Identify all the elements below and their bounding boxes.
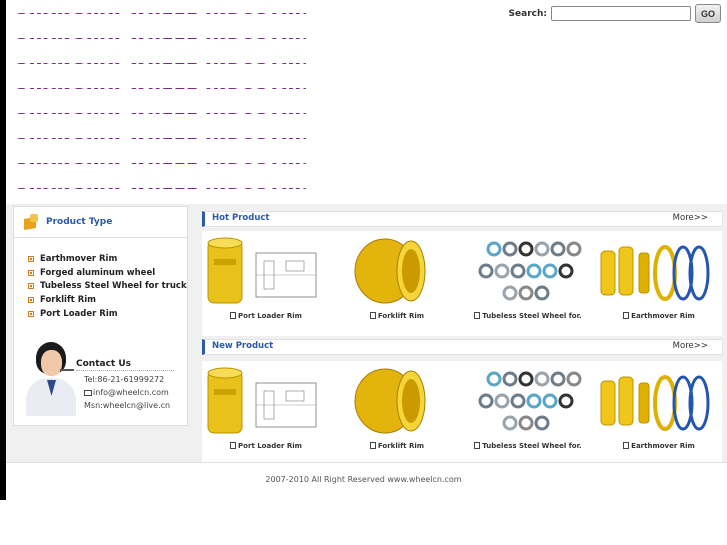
logo-text-row: SHANGHAI WHEEL INDUSTRIES CO. LTD bbox=[16, 83, 306, 108]
hot-more-link[interactable]: More>> bbox=[673, 213, 708, 223]
new-more-link[interactable]: More>> bbox=[673, 341, 708, 351]
category-item-earthmover-rim[interactable]: Earthmover Rim bbox=[28, 252, 187, 266]
document-icon bbox=[230, 442, 237, 449]
product-caption[interactable]: Earthmover Rim bbox=[595, 442, 723, 450]
product-caption[interactable]: Forklift Rim bbox=[333, 312, 461, 320]
panel-title: Product Type bbox=[46, 217, 113, 227]
footer-divider bbox=[6, 462, 727, 463]
contact-email[interactable]: info@wheelcn.com bbox=[93, 388, 169, 397]
product-card[interactable]: Earthmover Rim bbox=[595, 231, 723, 336]
hot-product-header: Hot Product More>> bbox=[202, 211, 723, 227]
product-type-panel: Product Type Earthmover Rim Forged alumi… bbox=[13, 206, 188, 426]
search-label: Search: bbox=[508, 8, 547, 19]
document-icon bbox=[474, 312, 481, 319]
document-icon bbox=[474, 442, 481, 449]
forklift-rim-image bbox=[354, 238, 426, 304]
document-icon bbox=[623, 312, 630, 319]
mail-icon bbox=[84, 390, 92, 396]
product-card[interactable]: Earthmover Rim bbox=[595, 361, 723, 466]
tubeless-steel-wheel-image bbox=[478, 371, 582, 431]
earthmover-rim-image bbox=[600, 375, 710, 431]
search-bar: Search: GO bbox=[509, 4, 721, 23]
port-loader-rim-image bbox=[207, 367, 317, 434]
logo-text-row: SHANGHAI WHEEL INDUSTRIES CO. LTD bbox=[16, 33, 306, 58]
product-card[interactable]: Tubeless Steel Wheel for. bbox=[464, 361, 592, 466]
contact-title: Contact Us bbox=[76, 359, 174, 371]
bullet-icon bbox=[28, 255, 34, 262]
document-icon bbox=[369, 312, 376, 319]
contact-tel: Tel:86-21-61999272 bbox=[84, 375, 165, 384]
bullet-icon bbox=[28, 283, 34, 290]
search-input[interactable] bbox=[550, 6, 691, 21]
logo-text-row: SHANGHAI WHEEL INDUSTRIES CO. LTD bbox=[16, 133, 306, 158]
bullet-icon bbox=[28, 269, 34, 276]
category-item-port-loader-rim[interactable]: Port Loader Rim bbox=[28, 307, 187, 321]
product-card[interactable]: Port Loader Rim bbox=[202, 231, 330, 336]
new-product-grid: Port Loader Rim Forklift Rim Tubeless St… bbox=[202, 361, 722, 466]
contact-box: Contact Us Tel:86-21-61999272 info@wheel… bbox=[14, 337, 187, 422]
bullet-icon bbox=[28, 311, 34, 318]
bullet-icon bbox=[28, 297, 34, 304]
footer-copyright: 2007-2010 All Right Reserved www.wheelcn… bbox=[265, 475, 462, 484]
product-caption[interactable]: Forklift Rim bbox=[333, 442, 461, 450]
product-box-icon bbox=[22, 213, 40, 231]
product-caption[interactable]: Port Loader Rim bbox=[202, 442, 330, 450]
product-card[interactable]: Tubeless Steel Wheel for. bbox=[464, 231, 592, 336]
category-item-forklift-rim[interactable]: Forklift Rim bbox=[28, 293, 187, 307]
search-go-button[interactable]: GO bbox=[694, 4, 721, 23]
product-card[interactable]: Port Loader Rim bbox=[202, 361, 330, 466]
forklift-rim-image bbox=[354, 368, 426, 434]
panel-header: Product Type bbox=[14, 207, 187, 238]
logo-text-row: SHANGHAI WHEEL INDUSTRIES CO. LTD bbox=[16, 8, 306, 33]
contact-email-line[interactable]: info@wheelcn.com bbox=[84, 388, 169, 397]
category-list: Earthmover Rim Forged aluminum wheel Tub… bbox=[28, 252, 187, 321]
product-caption[interactable]: Tubeless Steel Wheel for. bbox=[464, 312, 592, 320]
logo-text-row: SHANGHAI WHEEL INDUSTRIES CO. LTD bbox=[16, 183, 306, 200]
document-icon bbox=[369, 442, 376, 449]
category-item-tubeless-steel-wheel[interactable]: Tubeless Steel Wheel for truck bbox=[28, 280, 187, 294]
support-agent-image bbox=[22, 342, 80, 416]
logo-text-row: SHANGHAI WHEEL INDUSTRIES CO. LTD bbox=[16, 58, 306, 83]
contact-msn: Msn:wheelcn@live.cn bbox=[84, 401, 171, 410]
category-item-forged-aluminum-wheel[interactable]: Forged aluminum wheel bbox=[28, 266, 187, 280]
port-loader-rim-image bbox=[207, 237, 317, 304]
earthmover-rim-image bbox=[600, 245, 710, 301]
logo-banner: SHANGHAI WHEEL INDUSTRIES CO. LTD SHANGH… bbox=[16, 8, 306, 200]
new-product-title: New Product bbox=[212, 341, 274, 351]
product-card[interactable]: Forklift Rim bbox=[333, 231, 461, 336]
hot-product-title: Hot Product bbox=[212, 213, 270, 223]
new-product-header: New Product More>> bbox=[202, 339, 723, 355]
product-caption[interactable]: Earthmover Rim bbox=[595, 312, 723, 320]
document-icon bbox=[623, 442, 630, 449]
hot-product-grid: Port Loader Rim Forklift Rim Tubeless St… bbox=[202, 231, 722, 336]
logo-text-row: SHANGHAI WHEEL INDUSTRIES CO. LTD bbox=[16, 158, 306, 183]
product-caption[interactable]: Port Loader Rim bbox=[202, 312, 330, 320]
product-card[interactable]: Forklift Rim bbox=[333, 361, 461, 466]
document-icon bbox=[230, 312, 237, 319]
product-caption[interactable]: Tubeless Steel Wheel for. bbox=[464, 442, 592, 450]
tubeless-steel-wheel-image bbox=[478, 241, 582, 301]
logo-text-row: SHANGHAI WHEEL INDUSTRIES CO. LTD bbox=[16, 108, 306, 133]
